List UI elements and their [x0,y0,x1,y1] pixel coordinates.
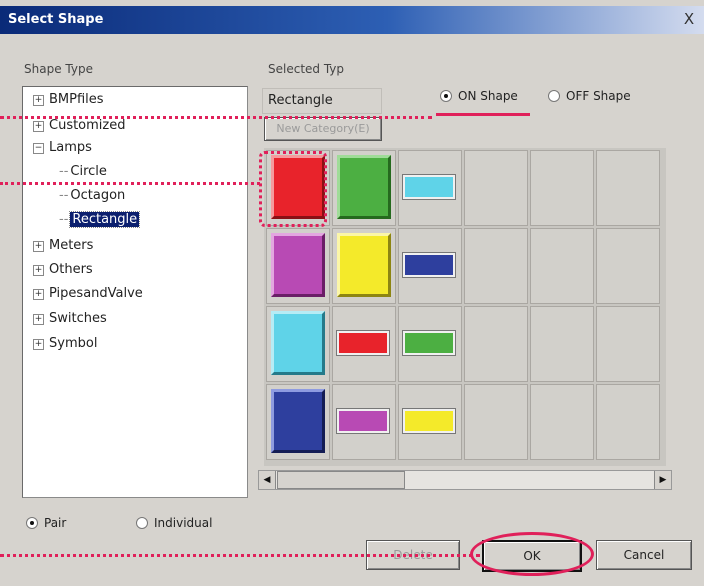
shape-cell[interactable] [332,150,396,226]
scroll-right-icon[interactable]: ▶ [654,471,671,489]
tree-item-label: Lamps [49,140,92,155]
blue-bar-shape[interactable] [402,252,456,278]
expand-icon[interactable]: + [33,289,44,300]
select-shape-dialog: Select Shape X Shape Type Selected Typ +… [0,0,704,586]
blue-square-shape[interactable] [271,389,325,453]
yellow-square-shape[interactable] [337,233,391,297]
shape-cell[interactable] [332,228,396,304]
cyan-square-shape[interactable] [271,311,325,375]
scroll-thumb[interactable] [277,471,405,489]
collapse-icon[interactable]: − [33,143,44,154]
tree-item-label: Octagon [70,188,126,203]
selection-annotation [259,151,327,227]
shape-cell-empty[interactable] [530,384,594,460]
shape-cell-empty[interactable] [530,150,594,226]
shape-cell[interactable] [332,306,396,382]
shape-cell-empty[interactable] [596,306,660,382]
off-shape-radio[interactable] [548,90,560,102]
shape-cell[interactable] [266,306,330,382]
selected-type-field: Rectangle [262,88,382,114]
dialog-title: Select Shape [8,12,104,27]
red-bar-shape[interactable] [336,330,390,356]
horizontal-scrollbar[interactable]: ◀ ▶ [258,470,672,490]
tree-item-circle[interactable]: -- Circle [59,163,107,181]
pair-radio[interactable] [26,517,38,529]
individual-label: Individual [154,516,213,530]
green-bar-shape[interactable] [402,330,456,356]
annotation-line-shape [0,182,260,185]
shape-type-tree[interactable]: + BMPfiles + Customized − Lamps -- Circle --… [22,86,248,498]
on-shape-radio[interactable] [440,90,452,102]
shape-cell-empty[interactable] [464,384,528,460]
shape-cell[interactable] [266,384,330,460]
expand-icon[interactable]: + [33,241,44,252]
shape-cell[interactable] [266,228,330,304]
expand-icon[interactable]: + [33,121,44,132]
annotation-line-ok [0,554,480,557]
tree-item-label: Switches [49,311,107,326]
title-bar: Select Shape X [0,6,704,34]
cancel-button[interactable]: Cancel [596,540,692,570]
tree-item-label: Symbol [49,336,98,351]
purple-bar-shape[interactable] [336,408,390,434]
expand-icon[interactable]: + [33,265,44,276]
shape-cell-empty[interactable] [596,384,660,460]
scroll-left-icon[interactable]: ◀ [259,471,276,489]
annotation-underline [436,113,530,116]
shape-cell-empty[interactable] [464,150,528,226]
shape-cell[interactable] [332,384,396,460]
selected-type-value: Rectangle [268,93,333,108]
tree-connector: -- [59,164,69,179]
tree-connector: -- [59,188,69,203]
purple-square-shape[interactable] [271,233,325,297]
pair-label: Pair [44,516,67,530]
tree-item-label: Rectangle [69,211,141,228]
tree-item-bmpfiles[interactable]: + BMPfiles [33,91,104,109]
tree-item-meters[interactable]: + Meters [33,237,93,255]
shape-cell[interactable] [398,150,462,226]
tree-item-octagon[interactable]: -- Octagon [59,187,125,205]
tree-item-label: BMPfiles [49,92,104,107]
tree-item-label: Customized [49,118,126,133]
annotation-line-on-shape [0,116,432,119]
tree-connector: -- [59,212,69,227]
shape-cell-empty[interactable] [464,228,528,304]
individual-radio[interactable] [136,517,148,529]
tree-item-symbol[interactable]: + Symbol [33,335,97,353]
tree-item-label: PipesandValve [49,286,143,301]
tree-item-label: Meters [49,238,94,253]
off-shape-label: OFF Shape [566,89,631,103]
ok-annotation-ellipse [470,532,594,576]
tree-item-label: Circle [70,164,107,179]
new-category-button[interactable]: New Category(E) [264,117,382,141]
shape-cell-empty[interactable] [530,228,594,304]
on-shape-label: ON Shape [458,89,518,103]
selected-type-label: Selected Typ [268,62,345,76]
shape-cell[interactable] [398,228,462,304]
green-square-shape[interactable] [337,155,391,219]
shape-cell-empty[interactable] [596,150,660,226]
shape-type-label: Shape Type [24,62,93,76]
shape-cell-empty[interactable] [596,228,660,304]
cyan-bar-shape[interactable] [402,174,456,200]
expand-icon[interactable]: + [33,95,44,106]
tree-item-pipesandvalve[interactable]: + PipesandValve [33,285,143,303]
tree-item-customized[interactable]: + Customized [33,117,126,135]
tree-item-label: Others [49,262,93,277]
shape-cell-empty[interactable] [530,306,594,382]
tree-item-rectangle[interactable]: -- Rectangle [59,211,141,229]
shape-cell[interactable] [398,306,462,382]
expand-icon[interactable]: + [33,339,44,350]
shape-cell[interactable] [398,384,462,460]
close-icon[interactable]: X [680,10,698,28]
expand-icon[interactable]: + [33,314,44,325]
tree-item-lamps[interactable]: − Lamps [33,139,92,157]
tree-item-others[interactable]: + Others [33,261,93,279]
shape-cell-empty[interactable] [464,306,528,382]
tree-item-switches[interactable]: + Switches [33,310,107,328]
yellow-bar-shape[interactable] [402,408,456,434]
